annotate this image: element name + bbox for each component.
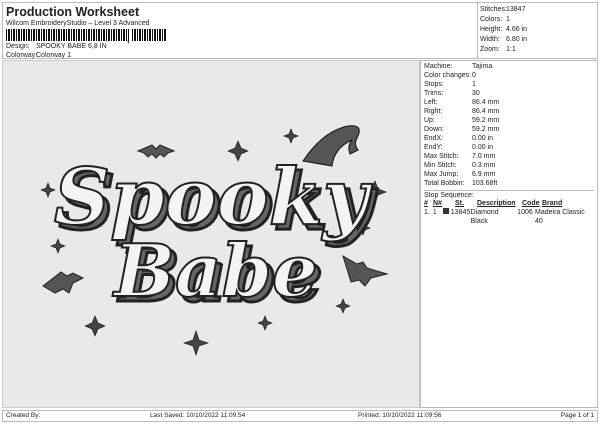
detail-row: Up: 59.2 mm (424, 116, 594, 125)
stat-row: Zoom: 1:1 (480, 46, 516, 53)
detail-row: Max Stitch: 7.0 mm (424, 152, 594, 161)
barcode-part2 (132, 29, 167, 41)
detail-row: Max Jump: 6.9 mm (424, 170, 594, 179)
design-preview: Spooky Spooky Babe Babe (2, 60, 420, 408)
detail-label: Up: (424, 117, 435, 124)
detail-value: 59.2 mm (472, 126, 500, 133)
stop-sequence: Stop Sequence: # N# St. Description Code… (424, 190, 594, 225)
stop-sequence-label: Stop Sequence: (424, 192, 474, 199)
created-by: Created By: (6, 412, 41, 419)
detail-value: 0 (472, 72, 476, 79)
design-line2: Babe (112, 228, 318, 313)
detail-row: Min Stitch: 0.3 mm (424, 161, 594, 170)
detail-label: EndX: (424, 135, 444, 142)
stat-row: Stitches: 13847 (480, 6, 526, 13)
stat-row: Width: 6.80 in (480, 36, 528, 43)
stop-sequence-header: # N# St. Description Code Brand (424, 200, 563, 207)
detail-label: Left: (424, 99, 438, 106)
page-title: Production Worksheet (6, 5, 140, 19)
detail-value: 59.2 mm (472, 117, 500, 124)
colorway-label: Colorway: (6, 52, 38, 59)
page-number: Page 1 of 1 (560, 412, 594, 419)
detail-value: 1 (472, 81, 476, 88)
stats-box: Stitches: 13847 Colors: 1 Height: 4.66 in W… (477, 3, 599, 58)
design-label: Design: (6, 43, 30, 50)
detail-value: 0.3 mm (472, 162, 496, 169)
stat-row: Height: 4.66 in (480, 26, 528, 33)
detail-label: Stops: (424, 81, 444, 88)
detail-label: Down: (424, 126, 444, 133)
detail-label: Min Stitch: (424, 162, 457, 169)
bat-icon (342, 254, 389, 287)
detail-value: 6.9 mm (472, 171, 496, 178)
detail-row: Total Bobbin: 103.68ft (424, 179, 594, 188)
detail-label: Max Jump: (424, 171, 459, 178)
design-text: Spooky Spooky Babe Babe (53, 151, 379, 320)
software-name: Wilcom EmbroideryStudio – Level 3 Advanc… (6, 20, 150, 27)
detail-label: Total Bobbin: (424, 180, 465, 187)
detail-row: Machine: Tajima (424, 62, 594, 71)
detail-value: 30 (472, 90, 480, 97)
barcode (6, 29, 129, 41)
star-icon (257, 315, 273, 331)
star-icon (84, 315, 106, 337)
detail-label: Right: (424, 108, 443, 115)
last-saved: Last Saved: 10/10/2022 11:09:54 (150, 412, 246, 419)
star-icon (283, 128, 299, 144)
detail-row: EndX: 0.00 in (424, 134, 594, 143)
star-icon (335, 298, 351, 314)
barcode-separator: , (127, 34, 130, 44)
footer: Created By: Last Saved: 10/10/2022 11:09… (2, 410, 598, 422)
detail-row: Color changes: 0 (424, 71, 594, 80)
detail-value: 0.00 in (472, 135, 494, 142)
design-name: SPOOKY BABE 6,8 IN (36, 43, 107, 50)
detail-row: Right: 86.4 mm (424, 107, 594, 116)
detail-label: Trims: (424, 90, 444, 97)
star-icon (183, 330, 209, 356)
worksheet-header: Production Worksheet Wilcom EmbroiderySt… (2, 2, 598, 59)
detail-label: Color changes: (424, 72, 472, 79)
detail-label: Machine: (424, 63, 453, 70)
detail-row: Left: 86.4 mm (424, 98, 594, 107)
details-panel: Machine: Tajima Color changes: 0 Stops: 1 Trim… (420, 60, 598, 408)
detail-value: 86.4 mm (472, 108, 500, 115)
stat-row: Colors: 1 (480, 16, 510, 23)
detail-value: Tajima (472, 63, 493, 70)
detail-value: 0.00 in (472, 144, 494, 151)
detail-label: Max Stitch: (424, 153, 459, 160)
detail-row: Trims: 30 (424, 89, 594, 98)
stop-sequence-row: 1. 1 13845 Diamond Black 1006 Madeira Cl… (424, 208, 585, 225)
colorway-name: Colorway 1 (36, 52, 72, 59)
detail-row: Down: 59.2 mm (424, 125, 594, 134)
bat-icon (42, 271, 85, 294)
detail-row: EndY: 0.00 in (424, 143, 594, 152)
embroidery-artwork: Spooky Spooky Babe Babe (40, 125, 389, 356)
color-swatch (442, 208, 449, 214)
detail-value: 86.4 mm (472, 99, 500, 106)
detail-value: 103.68ft (472, 180, 498, 187)
detail-label: EndY: (424, 144, 443, 151)
printed-date: Printed: 10/10/2022 11:09:56 (358, 412, 442, 419)
detail-row: Stops: 1 (424, 80, 594, 89)
detail-value: 7.0 mm (472, 153, 496, 160)
